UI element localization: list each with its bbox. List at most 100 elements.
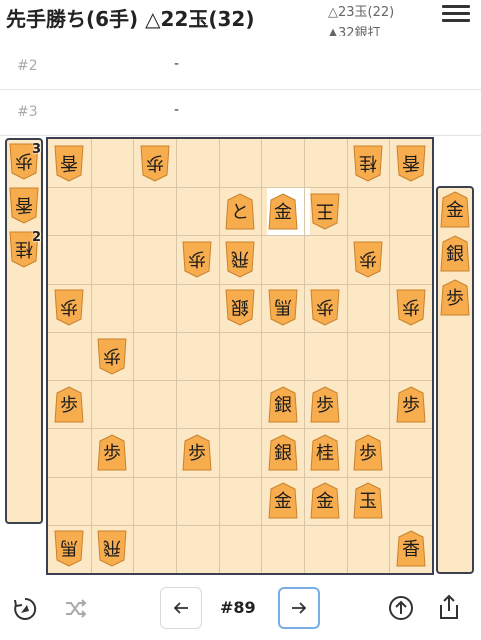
- piece-label: 銀: [274, 443, 292, 464]
- shogi-piece[interactable]: 歩: [54, 289, 84, 326]
- shogi-piece[interactable]: 香: [396, 145, 426, 182]
- piece-label: 銀: [274, 395, 292, 416]
- shogi-piece[interactable]: 歩: [440, 279, 470, 316]
- shogi-piece[interactable]: 歩: [97, 338, 127, 375]
- shogi-piece[interactable]: と: [225, 193, 255, 230]
- menu-icon[interactable]: [442, 5, 470, 23]
- variation-hint-1[interactable]: △23玉(22): [328, 1, 394, 20]
- grid-line: [347, 139, 348, 573]
- shogi-piece[interactable]: 金: [440, 191, 470, 228]
- piece-label: 香: [15, 194, 33, 215]
- shogi-piece[interactable]: 金: [310, 482, 340, 519]
- shogi-piece[interactable]: 香: [9, 187, 39, 224]
- piece-label: 飛: [231, 248, 249, 269]
- shogi-piece[interactable]: 歩: [353, 434, 383, 471]
- shogi-piece[interactable]: 歩: [396, 289, 426, 326]
- branch-number: #3: [17, 104, 38, 120]
- shogi-piece[interactable]: 歩: [182, 434, 212, 471]
- piece-label: 香: [402, 539, 420, 560]
- shogi-piece[interactable]: 馬: [268, 289, 298, 326]
- grid-line: [304, 139, 305, 573]
- share-icon[interactable]: [437, 593, 461, 625]
- branch-number: #2: [17, 58, 38, 74]
- piece-label: 飛: [103, 537, 121, 558]
- piece-label: 香: [60, 152, 78, 173]
- shogi-piece[interactable]: 歩: [140, 145, 170, 182]
- piece-label: 歩: [60, 395, 78, 416]
- branch-row[interactable]: #2 -: [0, 44, 481, 90]
- shogi-piece[interactable]: 銀: [440, 235, 470, 272]
- shogi-piece[interactable]: 香: [54, 145, 84, 182]
- piece-label: 歩: [359, 248, 377, 269]
- shogi-piece[interactable]: 歩: [54, 386, 84, 423]
- move-number: #89: [220, 598, 256, 617]
- shogi-piece[interactable]: 歩3: [9, 142, 42, 180]
- shogi-piece[interactable]: 玉: [353, 482, 383, 519]
- sente-piece-stand[interactable]: 金銀歩: [436, 186, 474, 574]
- branch-row[interactable]: #3 -: [0, 90, 481, 136]
- grid-line: [48, 187, 432, 188]
- shogi-piece[interactable]: 桂2: [9, 230, 41, 268]
- piece-label: 王: [316, 200, 334, 221]
- shogi-piece[interactable]: 王: [310, 193, 340, 230]
- shogi-piece[interactable]: 歩: [310, 386, 340, 423]
- piece-label: 歩: [316, 395, 334, 416]
- shogi-piece[interactable]: 歩: [182, 241, 212, 278]
- shogi-board[interactable]: 香歩桂香と金王歩飛歩歩銀馬歩歩歩歩銀歩歩歩歩銀桂歩金金玉馬飛香: [46, 137, 434, 575]
- shogi-piece[interactable]: 歩: [310, 289, 340, 326]
- shogi-piece[interactable]: 金: [268, 482, 298, 519]
- grid-line: [48, 525, 432, 526]
- grid-line: [261, 139, 262, 573]
- shogi-piece[interactable]: 銀: [225, 289, 255, 326]
- piece-label: 金: [274, 491, 292, 512]
- shogi-piece[interactable]: 銀: [268, 386, 298, 423]
- shogi-piece[interactable]: 桂: [353, 145, 383, 182]
- shogi-piece[interactable]: 歩: [396, 386, 426, 423]
- shogi-piece[interactable]: 飛: [97, 530, 127, 567]
- piece-label: 桂: [316, 443, 334, 464]
- grid-line: [219, 139, 220, 573]
- gote-piece-stand[interactable]: 歩3 香桂2: [5, 138, 43, 524]
- grid-line: [48, 235, 432, 236]
- piece-label: 歩: [402, 296, 420, 317]
- shogi-piece[interactable]: 歩: [97, 434, 127, 471]
- piece-label: 銀: [231, 296, 249, 317]
- shogi-piece[interactable]: 金: [268, 193, 298, 230]
- piece-label: 銀: [446, 244, 464, 265]
- piece-label: 歩: [188, 443, 206, 464]
- shogi-piece[interactable]: 香: [396, 530, 426, 567]
- shogi-piece[interactable]: 桂: [310, 434, 340, 471]
- hand-count: 3: [32, 142, 42, 157]
- piece-label: 馬: [60, 537, 78, 558]
- shuffle-icon[interactable]: [64, 598, 88, 624]
- grid-line: [91, 139, 92, 573]
- piece-label: 馬: [274, 296, 292, 317]
- grid-line: [48, 380, 432, 381]
- shogi-piece[interactable]: 歩: [353, 241, 383, 278]
- piece-label: 香: [402, 152, 420, 173]
- piece-label: 歩: [359, 443, 377, 464]
- next-move-button[interactable]: [278, 587, 320, 629]
- piece-label: と: [231, 202, 249, 223]
- piece-label: 歩: [60, 296, 78, 317]
- grid-line: [48, 332, 432, 333]
- piece-label: 玉: [359, 491, 377, 512]
- shogi-piece[interactable]: 銀: [268, 434, 298, 471]
- grid-line: [48, 284, 432, 285]
- prev-move-button[interactable]: [160, 587, 202, 629]
- arrow-up-circle-icon[interactable]: [388, 595, 414, 625]
- shogi-piece[interactable]: 飛: [225, 241, 255, 278]
- rotate-board-icon[interactable]: [12, 596, 38, 626]
- variation-hint-2[interactable]: ▲32銀打: [328, 22, 381, 36]
- piece-label: 歩: [103, 345, 121, 366]
- piece-label: 歩: [146, 152, 164, 173]
- branch-value: -: [174, 56, 180, 72]
- grid-line: [133, 139, 134, 573]
- shogi-piece[interactable]: 馬: [54, 530, 84, 567]
- page-title: 先手勝ち(6手) △22玉(32): [6, 7, 255, 31]
- piece-label: 歩: [402, 395, 420, 416]
- piece-label: 歩: [446, 288, 464, 309]
- piece-label: 歩: [316, 296, 334, 317]
- grid-line: [48, 428, 432, 429]
- grid-line: [176, 139, 177, 573]
